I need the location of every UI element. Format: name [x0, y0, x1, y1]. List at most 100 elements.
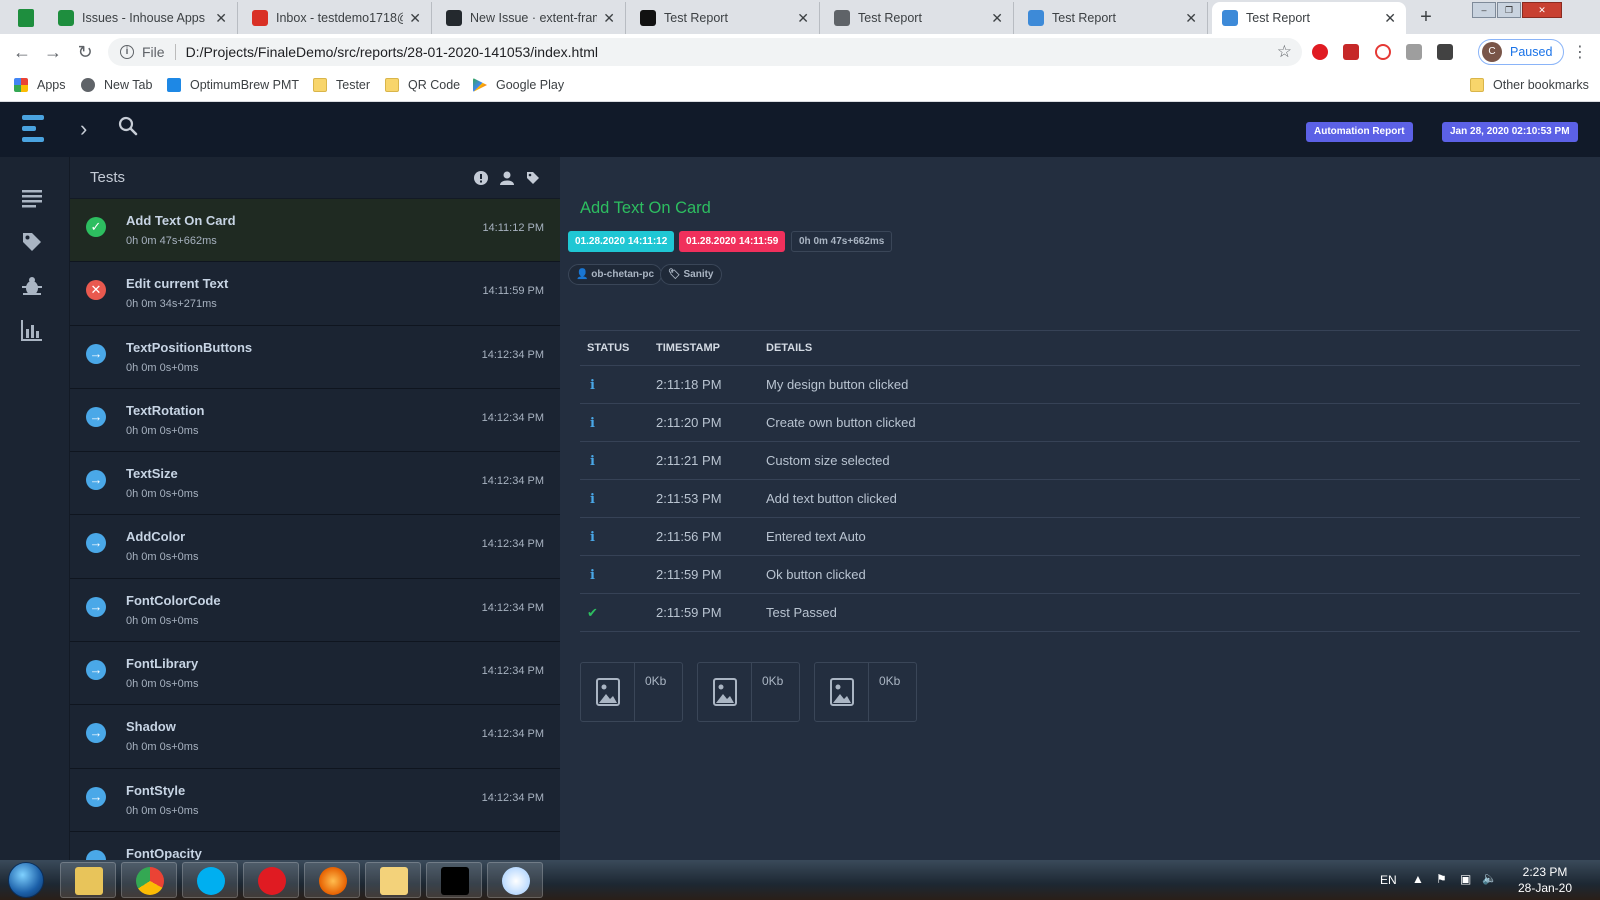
- cast-extension-icon[interactable]: [1406, 44, 1422, 60]
- test-list-item[interactable]: → FontLibrary 0h 0m 0s+0ms 14:12:34 PM: [70, 642, 560, 706]
- taskbar-app-explorer[interactable]: [60, 862, 116, 898]
- close-tab-icon[interactable]: ✕: [1384, 10, 1396, 27]
- sheets-icon: [58, 10, 74, 26]
- bookmark-label: Other bookmarks: [1493, 78, 1589, 92]
- taskbar-app-folder[interactable]: [365, 862, 421, 898]
- action-center-flag-icon[interactable]: ⚑: [1436, 872, 1447, 886]
- log-row: i 2:11:59 PM Ok button clicked: [580, 555, 1580, 594]
- test-list-item[interactable]: ✕ Edit current Text 0h 0m 34s+271ms 14:11:5…: [70, 262, 560, 326]
- search-icon[interactable]: [118, 116, 138, 136]
- extent-icon: [1222, 10, 1238, 26]
- test-list-item[interactable]: → TextSize 0h 0m 0s+0ms 14:12:34 PM: [70, 452, 560, 516]
- report-date-badge: Jan 28, 2020 02:10:53 PM: [1442, 122, 1578, 142]
- close-tab-icon[interactable]: ✕: [797, 10, 809, 27]
- report-name-badge: Automation Report: [1306, 122, 1413, 142]
- sheets-app-icon[interactable]: [18, 9, 34, 27]
- taskbar-app-intellij[interactable]: [426, 862, 482, 898]
- forward-button[interactable]: →: [43, 42, 63, 63]
- intellij-icon: [441, 867, 469, 895]
- start-button[interactable]: [8, 862, 44, 898]
- close-tab-icon[interactable]: ✕: [409, 10, 421, 27]
- firefox-icon: [319, 867, 347, 895]
- chrome-menu-icon[interactable]: ⋮: [1572, 42, 1588, 62]
- language-indicator[interactable]: EN: [1380, 873, 1397, 887]
- bookmark-apps[interactable]: Apps: [14, 78, 66, 92]
- test-list-item[interactable]: → Shadow 0h 0m 0s+0ms 14:12:34 PM: [70, 705, 560, 769]
- extension-icon[interactable]: [1375, 44, 1391, 60]
- close-tab-icon[interactable]: ✕: [991, 10, 1003, 27]
- selenium-extension-icon[interactable]: [1437, 44, 1453, 60]
- test-list-item[interactable]: → AddColor 0h 0m 0s+0ms 14:12:34 PM: [70, 515, 560, 579]
- bookmark-optimumbrew[interactable]: OptimumBrew PMT: [167, 78, 299, 92]
- test-list-item[interactable]: → FontStyle 0h 0m 0s+0ms 14:12:34 PM: [70, 769, 560, 832]
- test-list-item[interactable]: → TextRotation 0h 0m 0s+0ms 14:12:34 PM: [70, 389, 560, 453]
- category-tag[interactable]: 🏷 Sanity: [660, 264, 722, 285]
- extent-logo-icon[interactable]: [22, 112, 50, 146]
- tray-expand-icon[interactable]: ▲: [1412, 872, 1424, 886]
- browser-tab[interactable]: Test Report ✕: [824, 2, 1014, 34]
- address-bar[interactable]: i File D:/Projects/FinaleDemo/src/report…: [108, 38, 1302, 66]
- browser-tab[interactable]: Test Report ✕: [1018, 2, 1208, 34]
- other-bookmarks[interactable]: Other bookmarks: [1470, 78, 1589, 92]
- reload-button[interactable]: ↻: [75, 42, 95, 63]
- browser-tab[interactable]: Test Report ✕: [1212, 2, 1406, 34]
- close-tab-icon[interactable]: ✕: [1185, 10, 1197, 27]
- screenshot-thumbnail[interactable]: 0Kb: [814, 662, 917, 722]
- taskbar-app-paint[interactable]: [487, 862, 543, 898]
- url-text[interactable]: D:/Projects/FinaleDemo/src/reports/28-01…: [186, 44, 1277, 60]
- test-list-item[interactable]: → FontOpacity: [70, 832, 560, 860]
- exceptions-bug-icon[interactable]: [21, 275, 43, 297]
- volume-icon[interactable]: 🔈: [1482, 871, 1497, 885]
- tab-title: Test Report: [664, 11, 728, 25]
- pass-check-icon: ✔: [587, 604, 598, 620]
- toggle-sidebar-chevron-icon[interactable]: ›: [80, 116, 87, 142]
- site-info-icon[interactable]: i: [120, 45, 134, 59]
- dashboard-chart-icon[interactable]: [21, 319, 43, 341]
- test-list-item[interactable]: → TextPositionButtons 0h 0m 0s+0ms 14:12:34…: [70, 326, 560, 389]
- close-tab-icon[interactable]: ✕: [215, 10, 227, 27]
- profile-button[interactable]: C Paused: [1478, 39, 1564, 65]
- author-tag[interactable]: 👤 ob-chetan-pc: [568, 264, 663, 285]
- bookmark-label: Google Play: [496, 78, 565, 92]
- skip-status-icon: →: [86, 596, 106, 617]
- back-button[interactable]: ←: [12, 42, 32, 63]
- bookmark-qr-code[interactable]: QR Code: [385, 78, 460, 92]
- taskbar-app-chrome[interactable]: [121, 862, 177, 898]
- status-filter-icon[interactable]: [474, 170, 488, 185]
- network-icon[interactable]: ▣: [1460, 872, 1471, 886]
- close-tab-icon[interactable]: ✕: [603, 10, 615, 27]
- tags-view-icon[interactable]: [21, 231, 43, 253]
- folder-icon: [313, 78, 327, 92]
- screenshot-thumbnail[interactable]: 0Kb: [697, 662, 800, 722]
- test-duration: 0h 0m 34s+271ms: [126, 298, 217, 311]
- close-window-button[interactable]: ✕: [1522, 2, 1562, 18]
- bookmark-new-tab[interactable]: New Tab: [81, 78, 152, 92]
- author-filter-icon[interactable]: [500, 171, 514, 185]
- new-tab-button[interactable]: +: [1414, 6, 1438, 30]
- browser-tab[interactable]: Test Report ✕: [630, 2, 820, 34]
- tag-filter-icon[interactable]: [526, 171, 540, 185]
- bookmark-tester[interactable]: Tester: [313, 78, 370, 92]
- browser-tab-strip: Issues - Inhouse Apps - C✕Inbox - testde…: [0, 0, 1600, 34]
- image-icon: [815, 663, 869, 721]
- bookmark-star-icon[interactable]: ☆: [1277, 42, 1292, 62]
- taskbar-app-skype[interactable]: [182, 862, 238, 898]
- paint-icon: [502, 867, 530, 895]
- browser-tab[interactable]: New Issue · extent-frame ✕: [436, 2, 626, 34]
- taskbar-app-opera[interactable]: [243, 862, 299, 898]
- maximize-button[interactable]: ❐: [1497, 2, 1521, 18]
- browser-tab[interactable]: Inbox - testdemo1718@ ✕: [242, 2, 432, 34]
- log-status-cell: i: [580, 441, 649, 480]
- screenshot-size: 0Kb: [879, 674, 901, 688]
- test-list-item[interactable]: → FontColorCode 0h 0m 0s+0ms 14:12:34 PM: [70, 579, 560, 643]
- cors-extension-icon[interactable]: [1343, 44, 1359, 60]
- test-list-item[interactable]: ✓ Add Text On Card 0h 0m 47s+662ms 14:11:12…: [70, 199, 560, 263]
- tests-view-icon[interactable]: [21, 187, 43, 209]
- taskbar-clock[interactable]: 2:23 PM 28-Jan-20: [1510, 864, 1580, 896]
- screenshot-thumbnail[interactable]: 0Kb: [580, 662, 683, 722]
- minimize-button[interactable]: –: [1472, 2, 1496, 18]
- bookmark-google-play[interactable]: Google Play: [473, 78, 564, 92]
- browser-tab[interactable]: Issues - Inhouse Apps - C ✕: [48, 2, 238, 34]
- taskbar-app-firefox[interactable]: [304, 862, 360, 898]
- opera-extension-icon[interactable]: [1312, 44, 1328, 60]
